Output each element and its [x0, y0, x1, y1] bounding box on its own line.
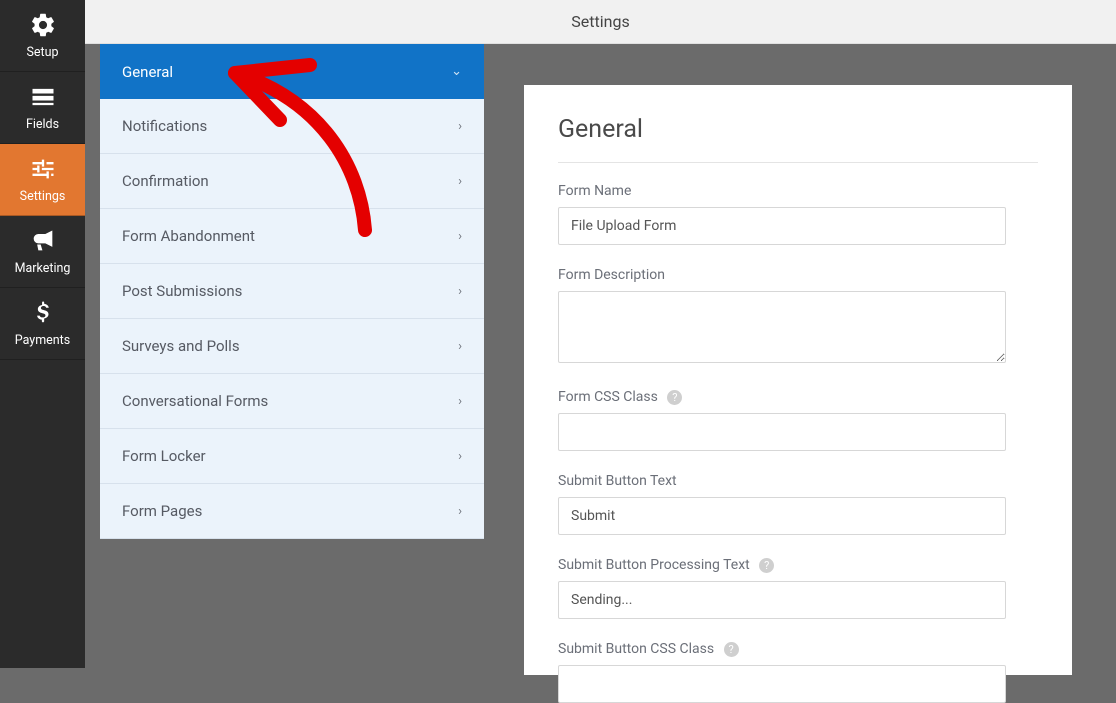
dollar-icon [29, 299, 57, 327]
nav-item-fields[interactable]: Fields [0, 72, 85, 144]
label-form-css-class: Form CSS Class ? [558, 389, 1038, 405]
settings-row-label: Form Locker [122, 447, 206, 465]
input-submit-button-css-class[interactable] [558, 665, 1006, 703]
label-submit-button-text: Submit Button Text [558, 473, 1038, 489]
chevron-right-icon: › [458, 394, 462, 409]
sliders-icon [29, 155, 57, 183]
input-submit-button-text[interactable] [558, 497, 1006, 535]
nav-label-fields: Fields [26, 117, 59, 132]
chevron-right-icon: › [458, 339, 462, 354]
input-submit-processing-text[interactable] [558, 581, 1006, 619]
help-icon[interactable]: ? [724, 642, 739, 657]
nav-label-setup: Setup [26, 45, 58, 60]
settings-row-label: Notifications [122, 117, 207, 135]
settings-row-post-submissions[interactable]: Post Submissions › [100, 264, 484, 319]
settings-row-conversational-forms[interactable]: Conversational Forms › [100, 374, 484, 429]
chevron-right-icon: › [458, 504, 462, 519]
settings-row-label: Form Pages [122, 502, 202, 520]
field-form-css-class: Form CSS Class ? [558, 389, 1038, 451]
chevron-right-icon: › [458, 449, 462, 464]
fields-icon [29, 83, 57, 111]
chevron-right-icon: › [458, 284, 462, 299]
settings-list: General ⌄ Notifications › Confirmation ›… [100, 44, 484, 539]
input-form-css-class[interactable] [558, 413, 1006, 451]
settings-row-label: General [122, 63, 173, 81]
chevron-right-icon: › [458, 174, 462, 189]
settings-row-label: Form Abandonment [122, 227, 255, 245]
form-heading: General [558, 115, 1038, 163]
form-settings-panel: General Form Name Form Description Form … [524, 85, 1072, 675]
nav-item-marketing[interactable]: Marketing [0, 216, 85, 288]
field-submit-button-css-class: Submit Button CSS Class ? [558, 641, 1038, 703]
settings-row-form-abandonment[interactable]: Form Abandonment › [100, 209, 484, 264]
settings-row-general[interactable]: General ⌄ [100, 44, 484, 99]
settings-row-label: Confirmation [122, 172, 209, 190]
label-form-name: Form Name [558, 183, 1038, 199]
chevron-down-icon: ⌄ [451, 64, 462, 79]
left-nav: Setup Fields Settings Marketing Payments [0, 0, 85, 668]
nav-label-settings: Settings [20, 189, 66, 204]
nav-label-payments: Payments [15, 333, 70, 348]
settings-row-form-locker[interactable]: Form Locker › [100, 429, 484, 484]
bullhorn-icon [29, 227, 57, 255]
input-form-name[interactable] [558, 207, 1006, 245]
field-submit-processing-text: Submit Button Processing Text ? [558, 557, 1038, 619]
gear-icon [29, 11, 57, 39]
field-form-description: Form Description [558, 267, 1038, 367]
label-submit-processing-text: Submit Button Processing Text ? [558, 557, 1038, 573]
nav-item-settings[interactable]: Settings [0, 144, 85, 216]
settings-row-label: Post Submissions [122, 282, 242, 300]
settings-row-surveys-and-polls[interactable]: Surveys and Polls › [100, 319, 484, 374]
settings-row-notifications[interactable]: Notifications › [100, 99, 484, 154]
chevron-right-icon: › [458, 229, 462, 244]
page-title: Settings [571, 12, 629, 31]
topbar: Settings [85, 0, 1116, 44]
nav-item-payments[interactable]: Payments [0, 288, 85, 360]
label-submit-button-css-class: Submit Button CSS Class ? [558, 641, 1038, 657]
settings-row-confirmation[interactable]: Confirmation › [100, 154, 484, 209]
nav-label-marketing: Marketing [15, 261, 71, 276]
nav-item-setup[interactable]: Setup [0, 0, 85, 72]
help-icon[interactable]: ? [667, 390, 682, 405]
chevron-right-icon: › [458, 119, 462, 134]
settings-row-label: Conversational Forms [122, 392, 268, 410]
settings-row-label: Surveys and Polls [122, 337, 240, 355]
field-submit-button-text: Submit Button Text [558, 473, 1038, 535]
input-form-description[interactable] [558, 291, 1006, 363]
field-form-name: Form Name [558, 183, 1038, 245]
help-icon[interactable]: ? [759, 558, 774, 573]
label-form-description: Form Description [558, 267, 1038, 283]
settings-row-form-pages[interactable]: Form Pages › [100, 484, 484, 539]
